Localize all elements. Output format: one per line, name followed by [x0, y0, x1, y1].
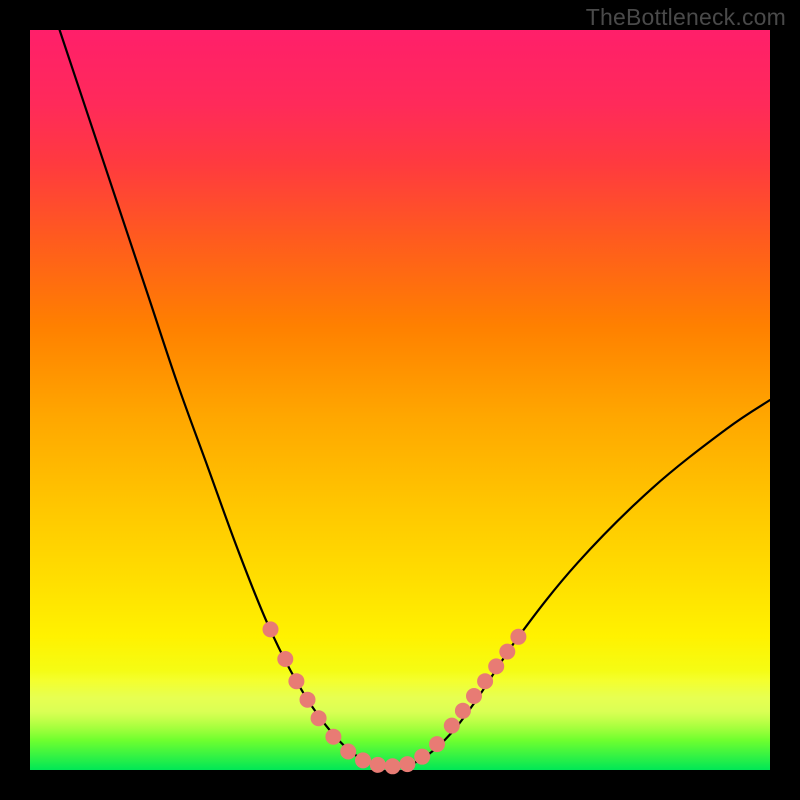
watermark-text: TheBottleneck.com	[586, 4, 786, 31]
marker-dot	[488, 658, 504, 674]
marker-dot	[277, 651, 293, 667]
marker-dot	[455, 703, 471, 719]
plot-area	[30, 30, 770, 770]
marker-dot	[311, 710, 327, 726]
marker-dot	[370, 757, 386, 773]
marker-dot	[499, 644, 515, 660]
marker-dot	[340, 744, 356, 760]
marker-dot	[288, 673, 304, 689]
marker-dot	[510, 629, 526, 645]
marker-dot	[355, 752, 371, 768]
chart-frame: TheBottleneck.com	[0, 0, 800, 800]
marker-dot	[399, 756, 415, 772]
marker-group	[263, 621, 527, 774]
marker-dot	[477, 673, 493, 689]
curve-svg	[30, 30, 770, 770]
marker-dot	[414, 749, 430, 765]
marker-dot	[429, 736, 445, 752]
marker-dot	[325, 729, 341, 745]
marker-dot	[300, 692, 316, 708]
marker-dot	[444, 718, 460, 734]
marker-dot	[466, 688, 482, 704]
bottleneck-curve-path	[60, 30, 770, 767]
marker-dot	[263, 621, 279, 637]
marker-dot	[385, 758, 401, 774]
